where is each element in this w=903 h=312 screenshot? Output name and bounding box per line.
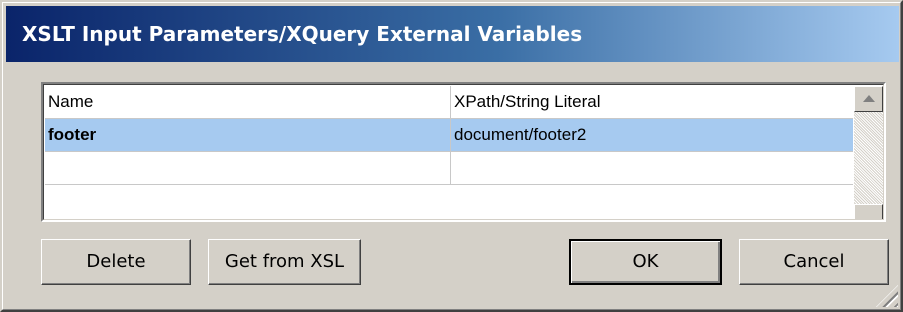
parameters-grid: Name XPath/String Literal footer documen… [45,86,853,185]
table-row[interactable] [45,152,853,185]
xslt-parameters-dialog: XSLT Input Parameters/XQuery External Va… [0,0,903,312]
param-value-cell[interactable]: document/footer2 [452,119,853,152]
parameters-table: Name XPath/String Literal footer documen… [41,82,886,222]
ok-button[interactable]: OK [569,239,722,285]
arrow-up-icon [863,95,875,102]
dialog-frame: XSLT Input Parameters/XQuery External Va… [2,2,901,310]
delete-button[interactable]: Delete [41,239,191,285]
column-header-name[interactable]: Name [46,86,451,119]
table-row[interactable]: footer document/footer2 [45,119,853,152]
param-name-cell[interactable] [46,152,451,185]
title-bar[interactable]: XSLT Input Parameters/XQuery External Va… [6,6,899,62]
param-name-cell[interactable]: footer [46,119,451,152]
scroll-down-button[interactable] [854,204,883,219]
table-header-row: Name XPath/String Literal [45,86,853,119]
dialog-title: XSLT Input Parameters/XQuery External Va… [22,22,583,46]
column-header-xpath[interactable]: XPath/String Literal [452,86,853,119]
vertical-scrollbar[interactable] [854,86,883,219]
cancel-button[interactable]: Cancel [739,239,889,285]
get-from-xsl-button[interactable]: Get from XSL [208,239,361,285]
parameters-table-frame: Name XPath/String Literal footer documen… [43,84,884,220]
resize-grip-icon[interactable] [876,285,898,307]
scroll-up-button[interactable] [854,86,883,112]
param-value-cell[interactable] [452,152,853,185]
